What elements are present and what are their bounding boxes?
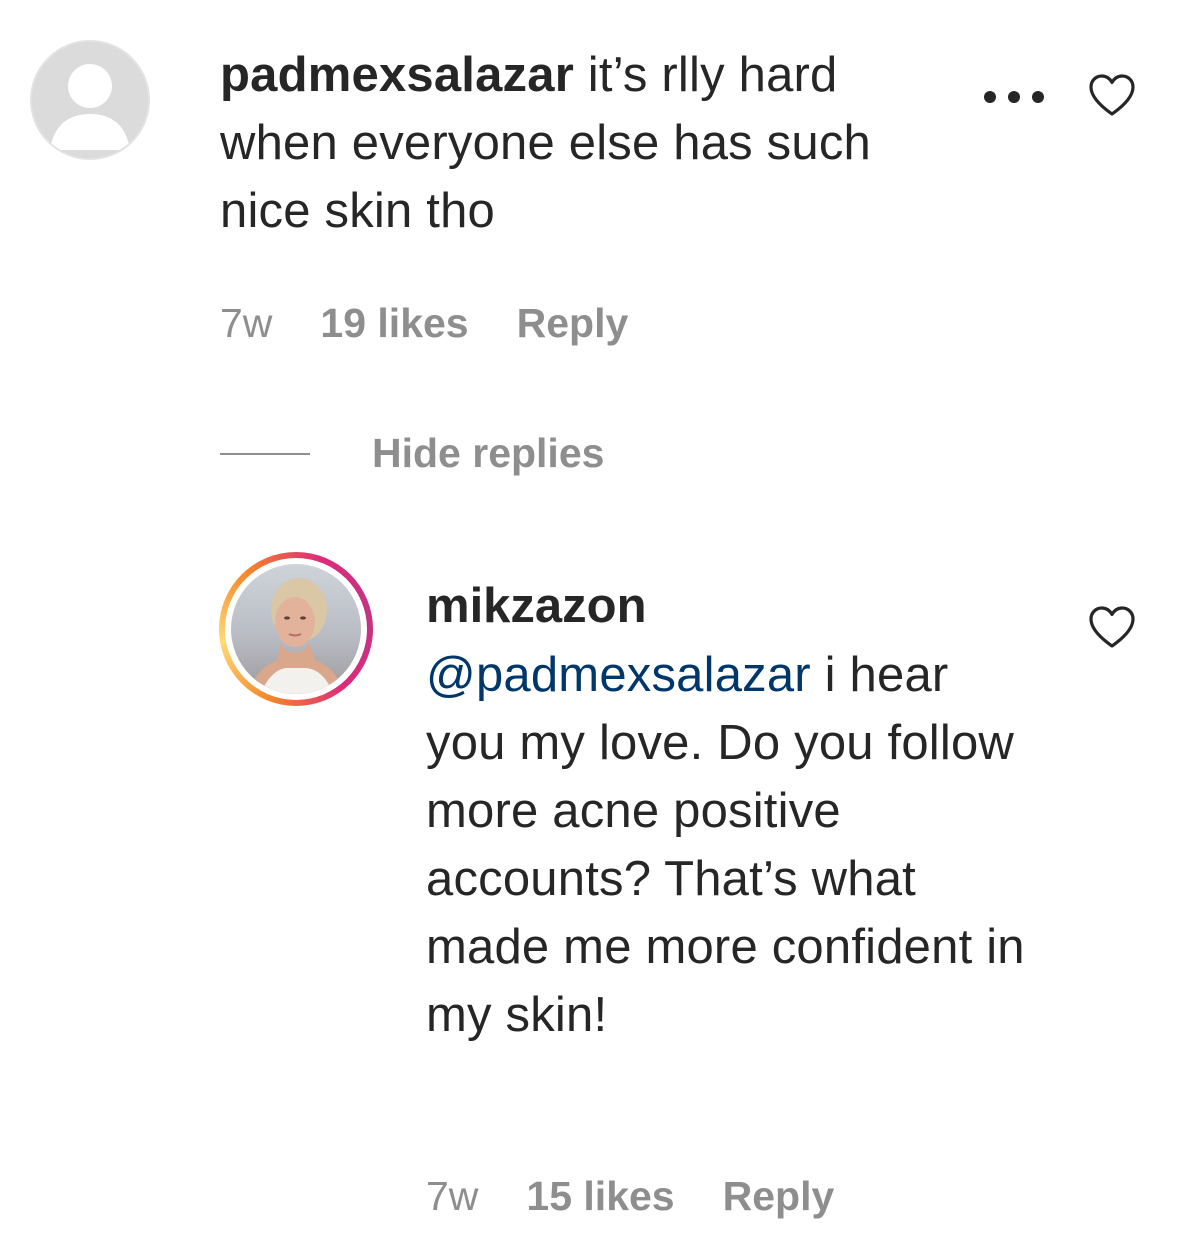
comment-body: padmexsalazar it’s rlly hard when everyo… bbox=[220, 41, 960, 245]
reply-meta: 7w 15 likes Reply bbox=[426, 1173, 834, 1220]
profile-photo-icon bbox=[231, 564, 361, 694]
comment-timestamp: 7w bbox=[220, 300, 273, 346]
reply-body: @padmexsalazar i hear you my love. Do yo… bbox=[426, 641, 1026, 1049]
reply-button[interactable]: Reply bbox=[723, 1173, 835, 1220]
reply-likes-count[interactable]: 15 likes bbox=[526, 1173, 674, 1220]
default-avatar[interactable] bbox=[30, 40, 150, 160]
comment-username[interactable]: padmexsalazar bbox=[220, 48, 574, 102]
more-options-icon[interactable] bbox=[984, 88, 1044, 106]
reply-text: i hear you my love. Do you follow more a… bbox=[426, 648, 1025, 1042]
heart-icon[interactable] bbox=[1088, 73, 1136, 117]
more-dot bbox=[1032, 91, 1044, 103]
comment-likes-count[interactable]: 19 likes bbox=[320, 300, 468, 347]
hide-replies-label: Hide replies bbox=[372, 430, 605, 476]
reply-timestamp: 7w bbox=[426, 1173, 479, 1219]
avatar-ring-gap bbox=[225, 558, 367, 700]
user-silhouette-icon bbox=[32, 42, 148, 158]
more-dot bbox=[984, 91, 996, 103]
reply-button[interactable]: Reply bbox=[517, 300, 629, 347]
story-ring-avatar[interactable] bbox=[219, 552, 373, 706]
comment-meta: 7w 19 likes Reply bbox=[220, 300, 628, 347]
reply-username[interactable]: mikzazon bbox=[426, 572, 647, 640]
avatar bbox=[231, 564, 361, 694]
heart-icon[interactable] bbox=[1088, 605, 1136, 649]
mention-link[interactable]: @padmexsalazar bbox=[426, 648, 811, 702]
hide-replies-toggle[interactable]: Hide replies bbox=[220, 430, 604, 477]
more-dot bbox=[1008, 91, 1020, 103]
replies-divider-line bbox=[220, 452, 310, 455]
